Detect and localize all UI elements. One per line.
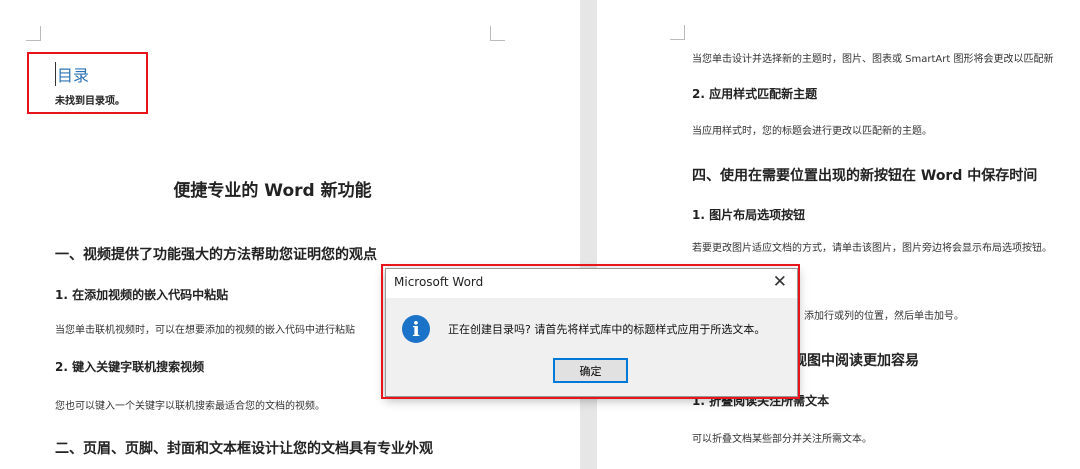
subsection-heading: 1. 图片布局选项按钮 [692, 208, 806, 222]
body-text: 当您单击设计并选择新的主题时，图片、图表或 SmartArt 图形将会更改以匹配… [692, 54, 1054, 65]
crop-mark [670, 25, 685, 40]
section-heading: 四、使用在需要位置出现的新按钮在 Word 中保存时间 [692, 168, 1038, 184]
subsection-heading: 1. 在添加视频的嵌入代码中粘贴 [55, 288, 229, 302]
section-heading: 一、视频提供了功能强大的方法帮助您证明您的观点 [55, 247, 377, 263]
body-text: 可以折叠文档某些部分并关注所需文本。 [692, 434, 872, 445]
body-text: 若要更改图片适应文档的方式，请单击该图片，图片旁边将会显示布局选项按钮。 [692, 243, 1052, 254]
subsection-heading: 2. 应用样式匹配新主题 [692, 87, 818, 101]
body-text: 添加行或列的位置，然后单击加号。 [804, 311, 964, 322]
highlight-box-dialog [381, 264, 800, 399]
crop-mark [490, 26, 505, 41]
highlight-box-toc [27, 52, 148, 114]
subsection-heading: 2. 键入关键字联机搜索视频 [55, 360, 205, 374]
crop-mark [26, 26, 41, 41]
body-text: 当应用样式时，您的标题会进行更改以匹配新的主题。 [692, 126, 932, 137]
body-text: 当您单击联机视频时，可以在想要添加的视频的嵌入代码中进行粘贴 [55, 325, 355, 336]
body-text: 您也可以键入一个关键字以联机搜索最适合您的文档的视频。 [55, 401, 325, 412]
section-heading: 二、页眉、页脚、封面和文本框设计让您的文档具有专业外观 [55, 441, 433, 457]
section-heading: 视图中阅读更加容易 [793, 353, 919, 369]
document-title: 便捷专业的 Word 新功能 [173, 181, 372, 201]
